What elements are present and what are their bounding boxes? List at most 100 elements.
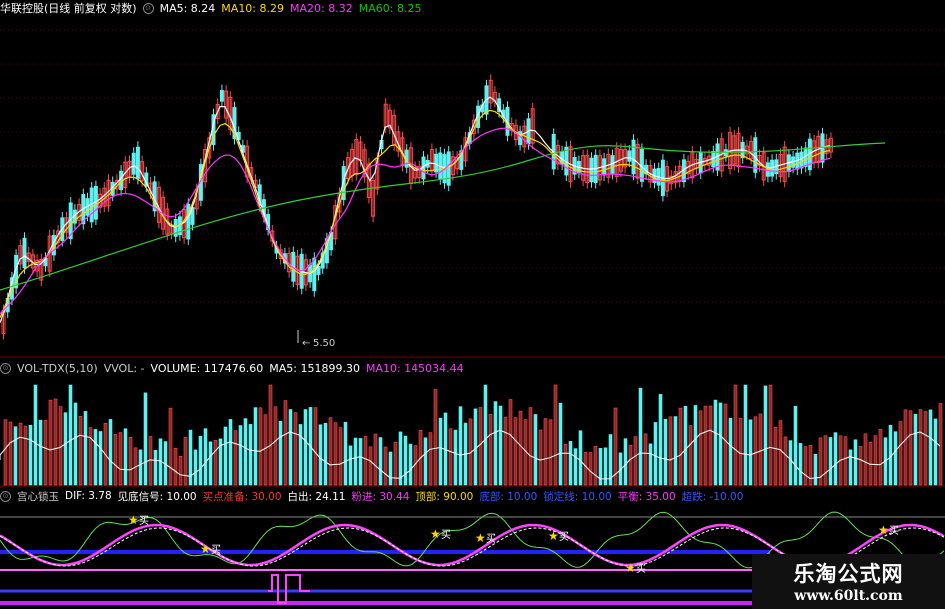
volume-bar	[448, 428, 453, 486]
volume-bar	[718, 402, 723, 486]
volume-bar	[338, 427, 343, 486]
volume-bar	[63, 412, 68, 486]
volume-bar	[863, 433, 868, 486]
volume-bar	[873, 435, 878, 486]
volume-bar	[233, 430, 238, 486]
volume-bar	[858, 445, 863, 486]
volume-bar	[768, 384, 773, 486]
volume-bar	[28, 424, 33, 486]
candle	[589, 157, 594, 183]
volume-bar	[843, 436, 848, 486]
volume-bar	[643, 433, 648, 486]
volume-bar	[153, 449, 158, 486]
volume-bar	[408, 443, 413, 486]
volume-bar	[138, 449, 143, 486]
volume-bar	[578, 430, 583, 486]
volume-bar	[673, 416, 678, 486]
volume-bar	[388, 451, 393, 486]
volume-bar	[708, 405, 713, 486]
volume-bar	[733, 384, 738, 486]
stock-chart-window: 华联控股(日线 前复权 对数) ⊙ MA5: 8.24 MA10: 8.29 M…	[0, 0, 945, 609]
volume-bar	[893, 431, 898, 486]
volume-bar	[698, 410, 703, 486]
volume-bar	[253, 407, 258, 486]
candle	[765, 162, 770, 177]
volume-bar	[33, 384, 38, 486]
volume-bar	[378, 437, 383, 486]
volume-bar	[293, 412, 298, 486]
volume-bar	[178, 456, 183, 486]
buy-marker-label: 买	[211, 544, 221, 556]
volume-bar	[548, 419, 553, 486]
buy-marker-label: 买	[889, 525, 899, 537]
volume-bar	[98, 431, 103, 486]
volume-bar	[168, 407, 173, 486]
volume-bar	[43, 420, 48, 486]
volume-bar	[798, 443, 803, 486]
volume-bar	[703, 405, 708, 486]
volume-bar	[273, 406, 278, 486]
volume-bar	[403, 435, 408, 486]
volume-bar	[333, 422, 338, 486]
candle	[131, 152, 136, 175]
volume-bar	[778, 420, 783, 486]
volume-bar	[193, 449, 198, 486]
volume-bar	[203, 428, 208, 486]
volume-bar	[713, 399, 718, 486]
volume-bar	[183, 436, 188, 486]
volume-bar	[313, 407, 318, 486]
volume-bar	[543, 418, 548, 486]
volume-bar	[363, 436, 368, 486]
volume-bar	[473, 408, 478, 486]
volume-bar	[263, 414, 268, 486]
volume-bar	[243, 418, 248, 486]
ma20-line	[0, 127, 831, 315]
buy-marker-label: 买	[636, 563, 646, 575]
star-icon: ★	[548, 529, 559, 543]
volume-bar	[763, 385, 768, 486]
volume-bar	[683, 405, 688, 486]
buy-marker-label: 买	[486, 533, 496, 545]
low-price-marker: ← 5.50	[297, 330, 335, 349]
volume-bar	[238, 425, 243, 486]
watermark-line2: www.60lt.com	[794, 588, 903, 604]
volume-bar	[568, 441, 573, 486]
candle	[799, 151, 804, 169]
volume-bar	[438, 417, 443, 486]
ma10-line	[0, 109, 831, 318]
volume-bar	[148, 436, 153, 486]
volume-bar	[343, 421, 348, 486]
volume-bar	[668, 416, 673, 486]
volume-bar	[513, 417, 518, 486]
volume-bar	[353, 437, 358, 486]
volume-bar	[823, 435, 828, 486]
volume-bar	[848, 449, 853, 486]
volume-bar	[93, 429, 98, 486]
volume-bar	[248, 424, 253, 486]
volume-bar	[373, 433, 378, 486]
volume-bar	[348, 445, 353, 486]
volume-bar	[723, 403, 728, 486]
volume-bar	[478, 407, 483, 486]
volume-bar	[78, 416, 83, 486]
volume-bar	[88, 427, 93, 486]
candle	[446, 151, 451, 186]
candle	[135, 146, 140, 179]
volume-bar	[3, 419, 8, 486]
volume-bar	[13, 426, 18, 486]
volume-bar	[428, 432, 433, 486]
volume-bar	[328, 417, 333, 486]
volume-bar	[648, 443, 653, 486]
volume-bar	[923, 411, 928, 486]
volume-bar	[323, 422, 328, 486]
volume-bar	[208, 441, 213, 486]
volume-bar	[223, 426, 228, 486]
volume-bar	[23, 425, 28, 486]
volume-bar	[108, 419, 113, 486]
star-icon: ★	[430, 527, 441, 541]
volume-bar	[83, 411, 88, 486]
volume-bar	[213, 440, 218, 486]
volume-bar	[878, 429, 883, 486]
volume-bar	[918, 409, 923, 486]
volume-bar	[663, 418, 668, 486]
